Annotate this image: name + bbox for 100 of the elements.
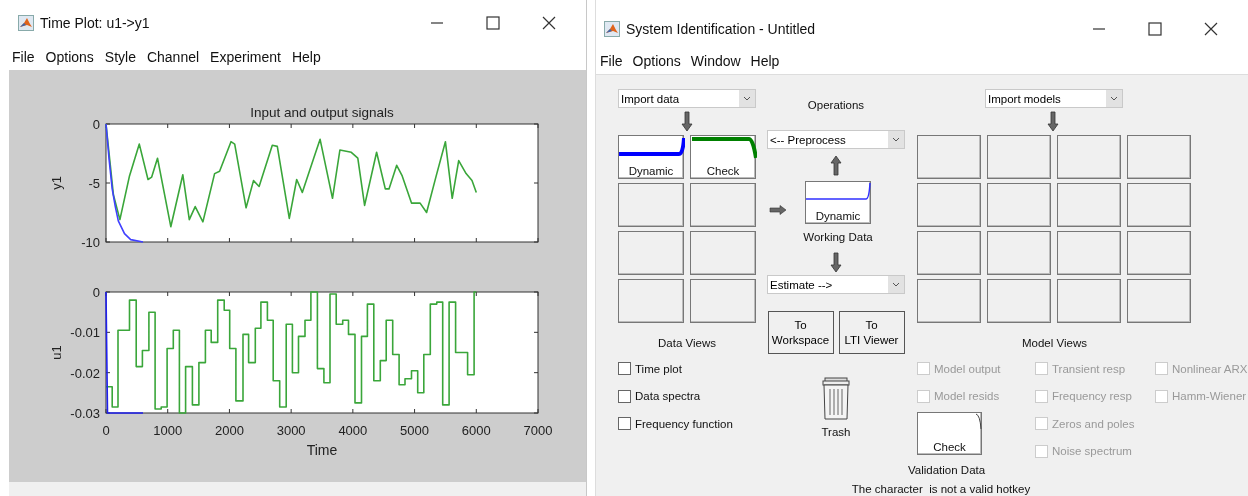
empty-slot[interactable]: [690, 231, 756, 275]
empty-slot[interactable]: [690, 183, 756, 227]
window-title: System Identification - Untitled: [626, 21, 817, 37]
empty-slot[interactable]: [1127, 279, 1191, 323]
down-arrow-icon: [681, 111, 693, 133]
axis-label: u1: [49, 345, 64, 360]
menu-item[interactable]: File: [12, 49, 35, 65]
empty-slot[interactable]: [1057, 231, 1121, 275]
window-title: Time Plot: u1->y1: [40, 15, 151, 31]
maximize-icon[interactable]: [486, 16, 500, 30]
section-label: Model Views: [1022, 337, 1087, 349]
tick-label: 5000: [400, 423, 430, 438]
app-icon: [18, 15, 34, 31]
dropdown[interactable]: Import models: [985, 89, 1123, 108]
tick-label: 7000: [523, 423, 553, 438]
dropdown[interactable]: Estimate -->: [767, 275, 905, 294]
checkbox-label: Frequency function: [635, 417, 733, 430]
slot-label: Check: [933, 441, 966, 454]
page-curl-icon: [975, 413, 982, 430]
tick-label: -0.01: [70, 325, 100, 341]
section-label: Operations: [807, 99, 865, 111]
tick-label: 0: [102, 423, 110, 438]
working-data-slot[interactable]: Dynamic: [805, 181, 871, 224]
checkbox-label: Model resids: [934, 390, 1000, 403]
trash-icon[interactable]: [821, 377, 851, 420]
menu-item[interactable]: Help: [291, 49, 321, 65]
export-button[interactable]: To Workspace: [767, 311, 834, 354]
checkbox-label: Frequency resp: [1052, 390, 1132, 403]
checkbox-label: Model output: [934, 362, 1001, 375]
menu-item[interactable]: File: [600, 53, 623, 69]
dropdown[interactable]: Import data: [618, 89, 756, 108]
checkbox-label: Hamm-Wiener: [1172, 390, 1247, 403]
empty-slot[interactable]: [1057, 183, 1121, 227]
maximize-icon[interactable]: [1148, 22, 1162, 36]
checkbox[interactable]: [618, 417, 631, 431]
empty-slot[interactable]: [690, 279, 756, 323]
checkbox-label: Noise spectrum: [1052, 445, 1132, 458]
caption: Trash: [821, 426, 851, 438]
slot-label: Dynamic: [815, 210, 861, 223]
axis-label: Time: [306, 442, 338, 458]
empty-slot[interactable]: [618, 183, 684, 227]
up-arrow-icon: [830, 154, 842, 176]
dropdown[interactable]: <-- Preprocess: [767, 130, 905, 149]
empty-slot[interactable]: [987, 183, 1051, 227]
checkbox-label: Time plot: [635, 362, 682, 375]
empty-slot[interactable]: [1127, 231, 1191, 275]
caption: Validation Data: [908, 464, 987, 476]
empty-slot[interactable]: [618, 231, 684, 275]
slot-label: Check: [706, 165, 740, 178]
checkbox-label: Zeros and poles: [1052, 417, 1135, 430]
menu-item[interactable]: Help: [750, 53, 780, 69]
slot-label: Dynamic: [628, 165, 674, 178]
tick-label: 6000: [461, 423, 491, 438]
menu-item[interactable]: Options: [45, 49, 94, 65]
export-button[interactable]: To LTI Viewer: [838, 311, 905, 354]
app-icon: [604, 21, 620, 37]
close-icon[interactable]: [1204, 22, 1218, 36]
checkbox[interactable]: [618, 362, 631, 376]
empty-slot[interactable]: [987, 279, 1051, 323]
empty-slot[interactable]: [917, 279, 981, 323]
tick-label: 0: [92, 117, 100, 132]
axis-label: y1: [49, 176, 64, 190]
tick-label: -5: [88, 176, 100, 191]
data-slot[interactable]: Check: [690, 135, 756, 179]
tick-label: 1000: [153, 423, 183, 438]
status-message: The character is not a valid hotkey: [851, 483, 1031, 495]
empty-slot[interactable]: [917, 231, 981, 275]
empty-slot[interactable]: [618, 279, 684, 323]
empty-slot[interactable]: [1057, 135, 1121, 179]
empty-slot[interactable]: [987, 231, 1051, 275]
checkbox[interactable]: [618, 389, 631, 403]
checkbox-label: Nonlinear ARX: [1172, 362, 1248, 375]
caption: Working Data: [803, 231, 873, 243]
down-arrow-icon: [830, 252, 842, 274]
tick-label: -0.02: [70, 365, 100, 381]
tick-label: 2000: [214, 423, 244, 438]
menu-item[interactable]: Style: [104, 49, 136, 65]
menu-item[interactable]: Channel: [146, 49, 200, 65]
right-arrow-icon: [769, 204, 787, 215]
empty-slot[interactable]: [1127, 135, 1191, 179]
tick-label: 0: [92, 285, 100, 300]
tick-label: -10: [81, 235, 100, 250]
data-slot[interactable]: Dynamic: [618, 135, 684, 179]
empty-slot[interactable]: [1057, 279, 1121, 323]
empty-slot[interactable]: [1127, 183, 1191, 227]
menu-item[interactable]: Options: [632, 53, 681, 69]
down-arrow-icon: [1047, 111, 1059, 133]
menu-item[interactable]: Experiment: [210, 49, 281, 65]
empty-slot[interactable]: [917, 135, 981, 179]
validation-data-slot[interactable]: Check: [917, 412, 982, 455]
tick-label: -0.03: [70, 406, 100, 421]
menu-item[interactable]: Window: [690, 53, 741, 69]
empty-slot[interactable]: [917, 183, 981, 227]
tick-label: 3000: [276, 423, 306, 438]
empty-slot[interactable]: [987, 135, 1051, 179]
section-label: Data Views: [658, 337, 716, 349]
checkbox-label: Data spectra: [635, 390, 701, 403]
tick-label: 4000: [338, 423, 368, 438]
chart-title: Input and output signals: [250, 105, 394, 120]
close-icon[interactable]: [542, 16, 556, 30]
